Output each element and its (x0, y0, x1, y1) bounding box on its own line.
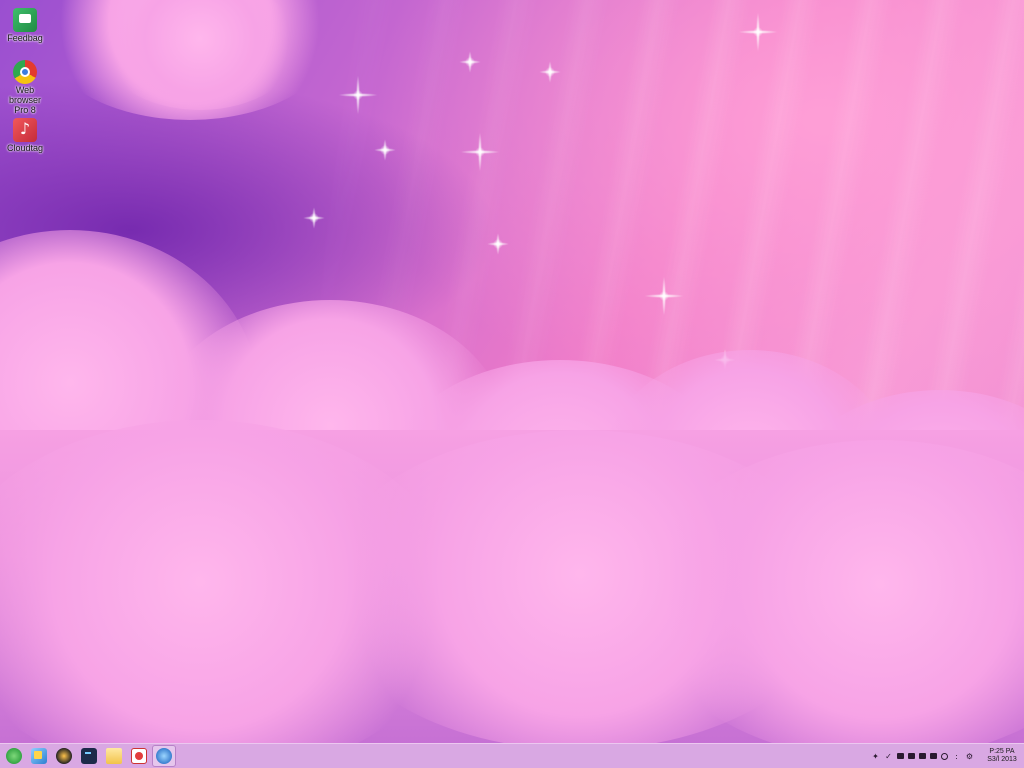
settings-icon[interactable]: ⚙ (965, 752, 974, 761)
desktop-icon-label: Feedbag (7, 33, 43, 43)
arrow-icon[interactable]: ✦ (871, 752, 880, 761)
help-icon[interactable] (941, 752, 948, 760)
start-orb-icon (6, 748, 22, 764)
clock-time: P:25 PA (989, 748, 1015, 755)
browser-icon (13, 60, 37, 84)
music-icon (13, 118, 37, 142)
taskbar-clock-app-button[interactable] (53, 746, 75, 766)
folder-icon (106, 748, 122, 764)
clock-app-icon (56, 748, 72, 764)
desktop-icon-cloudtag[interactable]: Cloudtag (2, 118, 48, 153)
taskbar: ✦ ✓ : ⚙ P:25 PA S3/l 2013 (0, 743, 1024, 768)
desktop[interactable]: Feedbag Web browser Pro 8 Cloudtag ✦ ✓ :… (0, 0, 1024, 768)
pen-icon[interactable]: ✓ (884, 752, 893, 761)
wallpaper-cloud (40, 0, 340, 120)
taskbar-file-manager-button[interactable] (28, 746, 50, 766)
file-manager-icon (31, 748, 47, 764)
taskbar-paint-button[interactable] (128, 746, 150, 766)
battery-icon[interactable] (897, 753, 904, 759)
taskbar-terminal-button[interactable] (78, 746, 100, 766)
display-icon[interactable] (919, 753, 926, 759)
web-globe-icon (156, 748, 172, 764)
paint-icon (131, 748, 147, 764)
clock-date: S3/l 2013 (987, 756, 1017, 763)
desktop-icon-web-browser[interactable]: Web browser Pro 8 (2, 60, 48, 115)
network-icon[interactable] (908, 753, 915, 759)
desktop-icon-label: Web browser Pro 8 (8, 85, 41, 115)
wallpaper-cloud-bank (0, 430, 1024, 744)
taskbar-folder-button[interactable] (103, 746, 125, 766)
desktop-icon-feedbag[interactable]: Feedbag (2, 8, 48, 43)
taskbar-web-button[interactable] (152, 745, 176, 767)
start-button[interactable] (3, 746, 25, 766)
wallpaper-cloud (100, 0, 300, 110)
desktop-icon-label: Cloudtag (6, 143, 44, 153)
keyboard-icon[interactable] (930, 753, 937, 759)
info-icon[interactable]: : (952, 752, 961, 761)
taskbar-clock[interactable]: P:25 PA S3/l 2013 (984, 748, 1020, 764)
feedback-icon (13, 8, 37, 32)
system-tray: ✦ ✓ : ⚙ P:25 PA S3/l 2013 (869, 744, 1024, 768)
terminal-icon (81, 748, 97, 764)
